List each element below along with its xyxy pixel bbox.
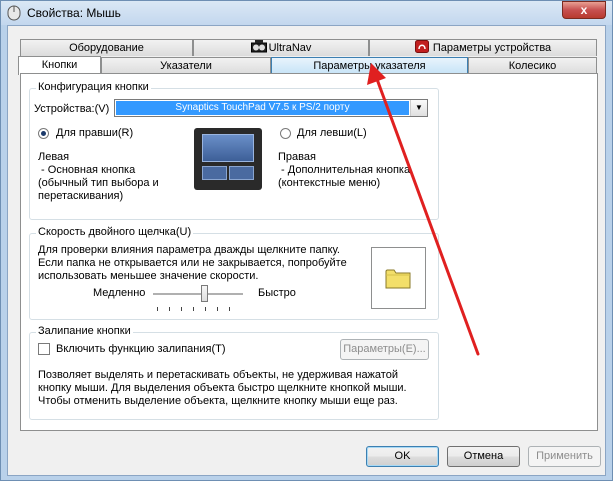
annotation-arrow — [367, 63, 480, 356]
dialog-window: Свойства: Мышь x Оборудование UltraNav П… — [0, 0, 613, 481]
